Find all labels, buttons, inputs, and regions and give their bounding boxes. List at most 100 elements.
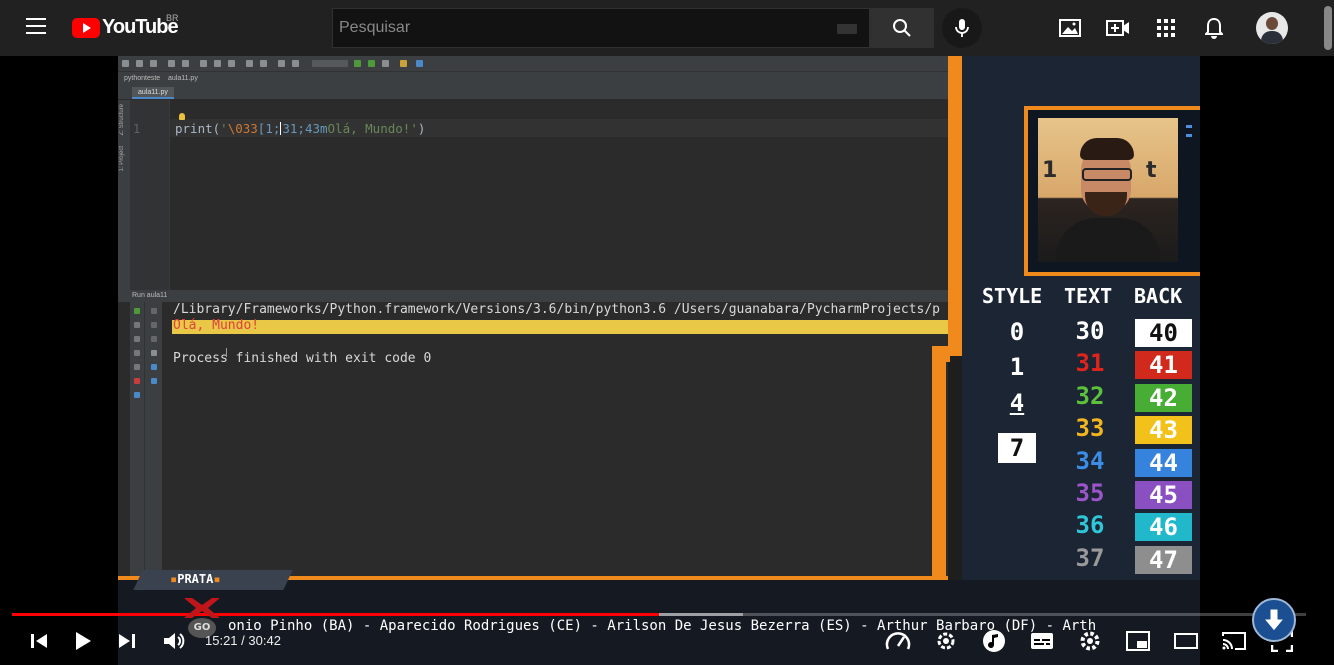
run-console[interactable]: /Library/Frameworks/Python.framework/Ver… bbox=[162, 302, 948, 576]
stop-icon[interactable] bbox=[134, 322, 140, 328]
back-color-code-42: 42 bbox=[1135, 383, 1192, 412]
webcam-bg-text: t bbox=[1146, 158, 1157, 183]
masthead: YouTube BR bbox=[0, 0, 1334, 56]
theater-mode-icon bbox=[1174, 633, 1198, 649]
webcam-indicator-icon bbox=[1186, 125, 1192, 137]
search-icon bbox=[893, 19, 911, 37]
back-color-code-43: 43 bbox=[1135, 416, 1192, 445]
current-time: 15:21 bbox=[205, 633, 238, 648]
search-input[interactable] bbox=[333, 9, 869, 47]
volume-icon bbox=[164, 633, 185, 649]
editor-tabs: aula11.py bbox=[118, 86, 948, 100]
pause-icon[interactable] bbox=[134, 336, 140, 342]
apps-grid-icon[interactable] bbox=[1154, 16, 1178, 40]
style-code-underline: 4 bbox=[1009, 389, 1025, 417]
console-command: /Library/Frameworks/Python.framework/Ver… bbox=[173, 302, 941, 317]
country-code: BR bbox=[166, 13, 179, 23]
print-icon[interactable] bbox=[151, 364, 157, 370]
settings-cog-button[interactable] bbox=[932, 628, 960, 654]
webcam-bg-text: 1 bbox=[1042, 158, 1058, 183]
pin-icon[interactable] bbox=[134, 364, 140, 370]
breadcrumb-project[interactable]: pythonteste bbox=[124, 75, 160, 82]
music-button[interactable] bbox=[980, 628, 1008, 654]
back-color-code-44: 44 bbox=[1135, 448, 1192, 477]
previous-button[interactable] bbox=[26, 628, 52, 654]
console-exit-message: Process finished with exit code 0 bbox=[173, 351, 432, 366]
miniplayer-button[interactable] bbox=[1124, 628, 1152, 654]
arrow-down-icon bbox=[1262, 608, 1286, 632]
frame-step bbox=[944, 346, 962, 356]
scroll-up-icon[interactable] bbox=[151, 308, 157, 314]
editor-tab-aula11[interactable]: aula11.py bbox=[132, 87, 174, 99]
help-icon[interactable] bbox=[134, 392, 140, 398]
structure-tool-label[interactable]: Z: Structure bbox=[119, 104, 125, 135]
line-number: 1 bbox=[133, 122, 141, 136]
cast-button[interactable] bbox=[1220, 628, 1248, 654]
mute-button[interactable] bbox=[160, 628, 190, 654]
supporters-ticker: onio Pinho (BA) - Aparecido Rodrigues (C… bbox=[228, 618, 1097, 634]
text-color-code-36: 36 bbox=[1075, 511, 1105, 540]
x-logo-icon bbox=[184, 598, 220, 618]
console-output-background bbox=[172, 320, 948, 334]
back-color-code-40: 40 bbox=[1135, 319, 1192, 347]
menu-icon[interactable] bbox=[26, 18, 46, 34]
style-code-bold: 1 bbox=[1009, 353, 1025, 381]
scroll-to-end-icon[interactable] bbox=[151, 350, 157, 356]
run-panel-header: Run aula11 bbox=[118, 290, 948, 302]
page-scrollbar[interactable] bbox=[1322, 0, 1334, 56]
settings-cog-icon bbox=[937, 632, 955, 650]
text-color-code-33: 33 bbox=[1075, 414, 1105, 443]
project-tool-label[interactable]: 1: Project bbox=[119, 146, 125, 171]
mouse-ibeam-cursor bbox=[226, 348, 227, 357]
style-code-bold-reset: 0 bbox=[1009, 318, 1025, 346]
youtube-play-icon bbox=[72, 17, 100, 38]
play-icon bbox=[76, 632, 91, 650]
settings-button[interactable] bbox=[1076, 628, 1104, 654]
back-color-code-47: 47 bbox=[1135, 545, 1192, 574]
notification-bell-icon[interactable] bbox=[1202, 16, 1226, 40]
previous-icon bbox=[31, 634, 47, 648]
subtitles-button[interactable] bbox=[1028, 628, 1056, 654]
search-button[interactable] bbox=[870, 8, 934, 48]
mic-icon bbox=[955, 19, 969, 37]
next-button[interactable] bbox=[114, 628, 140, 654]
restore-layout-icon[interactable] bbox=[134, 350, 140, 356]
scroll-down-icon[interactable] bbox=[151, 322, 157, 328]
create-video-icon[interactable] bbox=[1106, 16, 1130, 40]
scrollbar-thumb[interactable] bbox=[1324, 6, 1332, 50]
speed-button[interactable] bbox=[884, 628, 912, 654]
play-button[interactable] bbox=[70, 628, 96, 654]
clear-all-icon[interactable] bbox=[151, 378, 157, 384]
presenter-glasses bbox=[1082, 168, 1132, 181]
rerun-icon[interactable] bbox=[134, 308, 140, 314]
breadcrumb-file[interactable]: aula11.py bbox=[168, 75, 198, 82]
miniplayer-icon bbox=[1126, 631, 1150, 651]
frame-border-right bbox=[948, 56, 962, 346]
video-player[interactable]: pythonteste aula11.py aula11.py Z: Struc… bbox=[118, 56, 1200, 665]
table-header-style: STYLE bbox=[982, 284, 1043, 308]
text-color-code-30: 30 bbox=[1075, 317, 1105, 345]
ide-breadcrumb: pythonteste aula11.py bbox=[118, 72, 948, 86]
voice-search-button[interactable] bbox=[942, 8, 982, 48]
back-color-code-46: 46 bbox=[1135, 513, 1192, 542]
keyboard-icon[interactable] bbox=[837, 24, 857, 34]
subtitles-icon bbox=[1031, 633, 1053, 649]
search-box bbox=[332, 8, 870, 48]
close-run-icon[interactable] bbox=[134, 378, 140, 384]
console-output: Olá, Mundo! bbox=[173, 318, 260, 333]
image-icon[interactable] bbox=[1058, 16, 1082, 40]
lightbulb-icon[interactable] bbox=[179, 113, 185, 120]
scroll-down-fab[interactable] bbox=[1252, 598, 1296, 642]
text-color-code-34: 34 bbox=[1075, 446, 1105, 475]
frame-border-lower bbox=[932, 346, 946, 598]
duration: 30:42 bbox=[248, 633, 281, 648]
ide-toolbar bbox=[118, 56, 948, 72]
run-tab[interactable]: aula11 bbox=[147, 292, 168, 299]
ide-side-strip: Z: Structure 1: Project bbox=[118, 100, 130, 290]
back-color-code-41: 41 bbox=[1135, 351, 1192, 380]
code-line[interactable]: print('\033[1; 31;43mOlá, Mundo!') bbox=[175, 121, 425, 136]
youtube-logo[interactable]: YouTube bbox=[72, 16, 179, 39]
account-avatar[interactable] bbox=[1256, 12, 1288, 44]
theater-mode-button[interactable] bbox=[1172, 628, 1200, 654]
soft-wrap-icon[interactable] bbox=[151, 336, 157, 342]
